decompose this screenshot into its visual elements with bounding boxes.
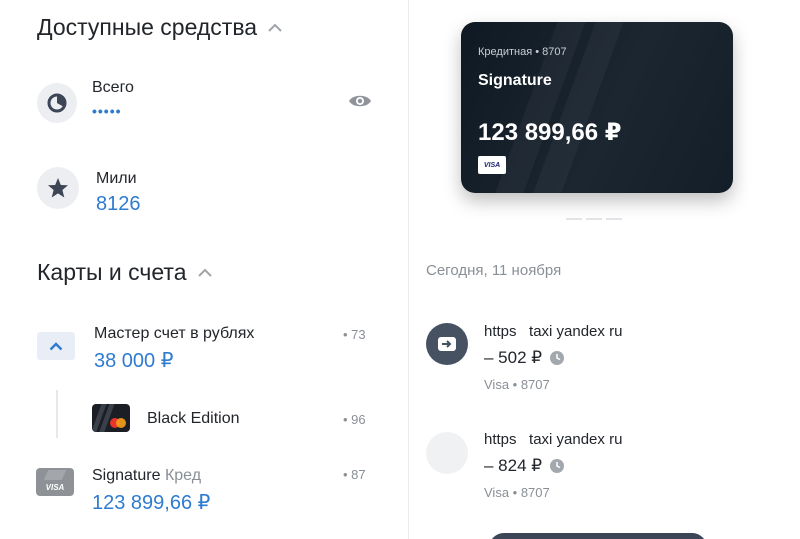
available-funds-header[interactable]: Доступные средства: [37, 14, 283, 41]
clock-icon: [550, 351, 565, 365]
star-icon: [48, 178, 68, 198]
transaction-card: Visa • 8707: [484, 377, 550, 392]
chevron-up-icon[interactable]: [197, 268, 213, 278]
chevron-up-icon[interactable]: [267, 23, 283, 33]
transaction-amount-row: – 502 ₽: [484, 348, 565, 368]
signature-balance: 123 899,66 ₽: [92, 492, 211, 514]
eye-icon[interactable]: [348, 93, 372, 109]
card-type: Кредитная • 8707: [478, 46, 567, 58]
transaction-title[interactable]: https taxi yandex ru: [484, 431, 622, 448]
bottom-action-button[interactable]: [489, 533, 707, 539]
tree-connector: [56, 390, 58, 438]
credit-card[interactable]: Кредитная • 8707 Signature 123 899,66 ₽ …: [461, 22, 733, 193]
card-balance: 123 899,66 ₽: [478, 119, 622, 146]
total-masked-value: •••••: [92, 103, 122, 119]
master-account-label[interactable]: Мастер счет в рублях: [94, 325, 254, 343]
date-header: Сегодня, 11 ноября: [426, 262, 562, 279]
transaction-amount-row: – 824 ₽: [484, 456, 565, 476]
card-detail-panel: Кредитная • 8707 Signature 123 899,66 ₽ …: [409, 0, 800, 539]
pie-chart-icon: [47, 93, 67, 113]
available-funds-title: Доступные средства: [37, 14, 258, 40]
cards-accounts-header[interactable]: Карты и счета: [37, 259, 213, 286]
signature-number: • 87: [343, 467, 366, 482]
miles-icon: [37, 167, 79, 209]
master-account-balance: 38 000 ₽: [94, 350, 174, 372]
signature-name: Signature: [92, 467, 161, 484]
black-edition-number: • 96: [343, 412, 366, 427]
cards-accounts-title: Карты и счета: [37, 259, 187, 285]
visa-logo: VISA: [478, 156, 506, 174]
arrow-in-box-icon: [438, 337, 456, 351]
card-pager[interactable]: [566, 218, 622, 220]
transaction-amount: – 824 ₽: [484, 456, 543, 475]
total-icon: [37, 83, 77, 123]
total-label: Всего: [92, 79, 134, 96]
merchant-icon: [426, 432, 468, 474]
visa-logo: VISA: [45, 483, 65, 492]
card-name: Signature: [478, 72, 552, 89]
pager-dot[interactable]: [566, 218, 582, 220]
black-edition-label[interactable]: Black Edition: [147, 410, 240, 428]
miles-label: Мили: [96, 170, 137, 187]
expand-account-button[interactable]: [37, 332, 75, 360]
accounts-panel: Доступные средства Всего ••••• Мили 8126…: [0, 0, 408, 539]
miles-value: 8126: [96, 193, 141, 215]
chevron-up-icon: [49, 341, 63, 350]
pager-dot[interactable]: [586, 218, 602, 220]
signature-card-thumbnail: VISA: [36, 468, 74, 496]
transaction-title[interactable]: https taxi yandex ru: [484, 323, 622, 340]
transfer-icon: [426, 323, 468, 365]
transaction-card: Visa • 8707: [484, 485, 550, 500]
signature-label[interactable]: Signature Кред: [92, 467, 201, 485]
clock-icon: [550, 459, 565, 473]
transaction-amount: – 502 ₽: [484, 348, 543, 367]
black-edition-card-thumbnail: [92, 404, 130, 432]
signature-type: Кред: [164, 467, 202, 484]
master-account-number: • 73: [343, 327, 366, 342]
pager-dot[interactable]: [606, 218, 622, 220]
